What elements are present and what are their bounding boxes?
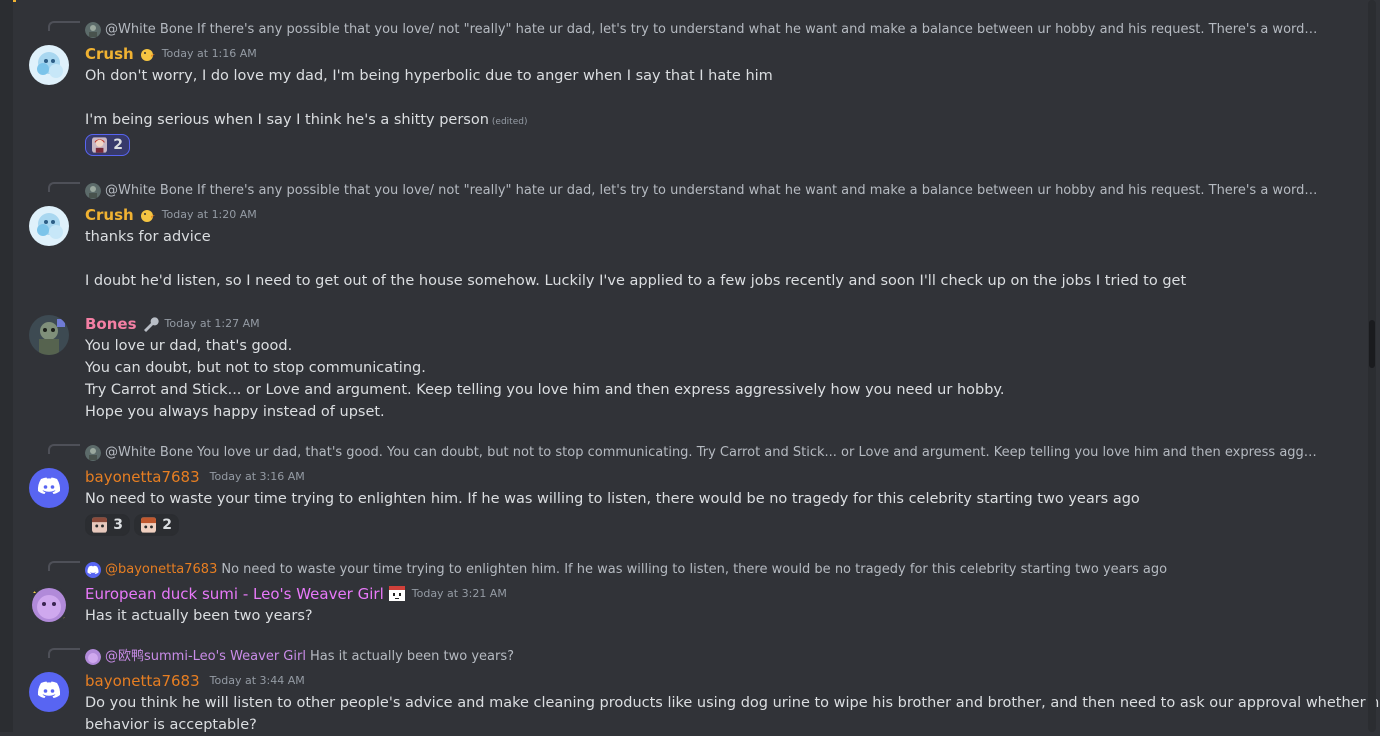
timestamp[interactable]: Today at 1:20 AM bbox=[162, 204, 257, 226]
reply-author[interactable]: @欧鸭summi-Leo's Weaver Girl bbox=[105, 648, 306, 666]
reply-connector bbox=[48, 561, 80, 571]
username[interactable]: Bones bbox=[85, 313, 137, 335]
timestamp[interactable]: Today at 3:21 AM bbox=[412, 583, 507, 605]
message-text: I doubt he'd listen, so I need to get ou… bbox=[85, 273, 1187, 289]
reply-text: You love ur dad, that's good. You can do… bbox=[197, 445, 1320, 460]
reply-connector bbox=[48, 648, 80, 658]
reply-avatar bbox=[85, 183, 101, 199]
anime-face-emoji bbox=[92, 517, 108, 533]
reply-text: If there's any possible that you love/ n… bbox=[197, 183, 1320, 198]
avatar[interactable] bbox=[29, 672, 69, 712]
reaction[interactable]: 3 bbox=[85, 514, 130, 536]
reply-preview[interactable]: @White Bone If there's any possible that… bbox=[85, 182, 1320, 200]
reply-preview[interactable]: @bayonetta7683 No need to waste your tim… bbox=[85, 561, 1320, 579]
reply-author[interactable]: @White Bone bbox=[105, 21, 193, 39]
reply-connector bbox=[48, 182, 80, 192]
reply-avatar bbox=[85, 22, 101, 38]
username[interactable]: Crush bbox=[85, 204, 134, 226]
message-header: Crush Today at 1:16 AM bbox=[85, 43, 257, 65]
message-text: behavior is acceptable? bbox=[85, 717, 257, 733]
reply-avatar bbox=[85, 445, 101, 461]
reply-preview[interactable]: @White Bone You love ur dad, that's good… bbox=[85, 444, 1320, 462]
edited-label: (edited) bbox=[491, 117, 528, 127]
username[interactable]: European duck sumi - Leo's Weaver Girl bbox=[85, 583, 384, 605]
username[interactable]: bayonetta7683 bbox=[85, 466, 200, 488]
anime-face-emoji-2 bbox=[141, 517, 157, 533]
avatar[interactable] bbox=[29, 206, 69, 246]
avatar[interactable] bbox=[29, 315, 69, 355]
message-text: You can doubt, but not to stop communica… bbox=[85, 360, 426, 376]
chick-icon bbox=[138, 45, 156, 63]
reaction[interactable]: 2 bbox=[85, 134, 130, 156]
timestamp[interactable]: Today at 1:16 AM bbox=[162, 43, 257, 65]
message-text: Oh don't worry, I do love my dad, I'm be… bbox=[85, 68, 773, 84]
message-header: European duck sumi - Leo's Weaver Girl T… bbox=[85, 583, 507, 605]
reaction-count: 2 bbox=[162, 517, 172, 533]
avatar[interactable] bbox=[29, 45, 69, 85]
message-text: Try Carrot and Stick... or Love and argu… bbox=[85, 382, 1005, 398]
reply-preview[interactable]: @欧鸭summi-Leo's Weaver Girl Has it actual… bbox=[85, 648, 1320, 666]
message-header: bayonetta7683 Today at 3:16 AM bbox=[85, 466, 305, 488]
message-text: Has it actually been two years? bbox=[85, 608, 313, 624]
message-text: Do you think he will listen to other peo… bbox=[85, 695, 1380, 711]
username[interactable]: Crush bbox=[85, 43, 134, 65]
message-text: Hope you always happy instead of upset. bbox=[85, 404, 385, 420]
discord-logo-icon bbox=[37, 477, 61, 499]
message-list: @White Bone If there's any possible that… bbox=[0, 0, 1380, 733]
reply-text: Has it actually been two years? bbox=[309, 649, 515, 664]
reply-text: If there's any possible that you love/ n… bbox=[197, 22, 1320, 37]
reply-connector bbox=[48, 444, 80, 454]
timestamp[interactable]: Today at 1:27 AM bbox=[165, 313, 260, 335]
reaction[interactable]: 2 bbox=[134, 514, 179, 536]
message-text: No need to waste your time trying to enl… bbox=[85, 491, 1140, 507]
chick-icon bbox=[138, 206, 156, 224]
reply-author[interactable]: @White Bone bbox=[105, 444, 193, 462]
pixel-face-icon bbox=[388, 585, 406, 603]
message-text: You love ur dad, that's good. bbox=[85, 338, 293, 354]
message-text: I'm being serious when I say I think he'… bbox=[85, 112, 528, 128]
scrollbar-thumb[interactable] bbox=[1369, 320, 1375, 368]
avatar[interactable] bbox=[29, 468, 69, 508]
reply-avatar bbox=[85, 562, 101, 578]
reply-avatar bbox=[85, 649, 101, 665]
reply-text: No need to waste your time trying to enl… bbox=[221, 562, 1168, 577]
timestamp[interactable]: Today at 3:16 AM bbox=[210, 466, 305, 488]
timestamp[interactable]: Today at 3:44 AM bbox=[210, 670, 305, 692]
reply-connector bbox=[48, 21, 80, 31]
reaction-count: 2 bbox=[113, 137, 123, 153]
message-header: Bones Today at 1:27 AM bbox=[85, 313, 260, 335]
username[interactable]: bayonetta7683 bbox=[85, 670, 200, 692]
reply-author[interactable]: @White Bone bbox=[105, 182, 193, 200]
reaction-count: 3 bbox=[113, 517, 123, 533]
message-header: bayonetta7683 Today at 3:44 AM bbox=[85, 670, 305, 692]
anime-girl-emoji bbox=[92, 137, 108, 153]
wrench-icon bbox=[141, 315, 159, 333]
message-text: thanks for advice bbox=[85, 229, 211, 245]
message-header: Crush Today at 1:20 AM bbox=[85, 204, 257, 226]
reply-author[interactable]: @bayonetta7683 bbox=[105, 561, 217, 579]
reply-preview[interactable]: @White Bone If there's any possible that… bbox=[85, 21, 1320, 39]
discord-logo-icon bbox=[37, 681, 61, 703]
avatar[interactable] bbox=[29, 585, 69, 625]
